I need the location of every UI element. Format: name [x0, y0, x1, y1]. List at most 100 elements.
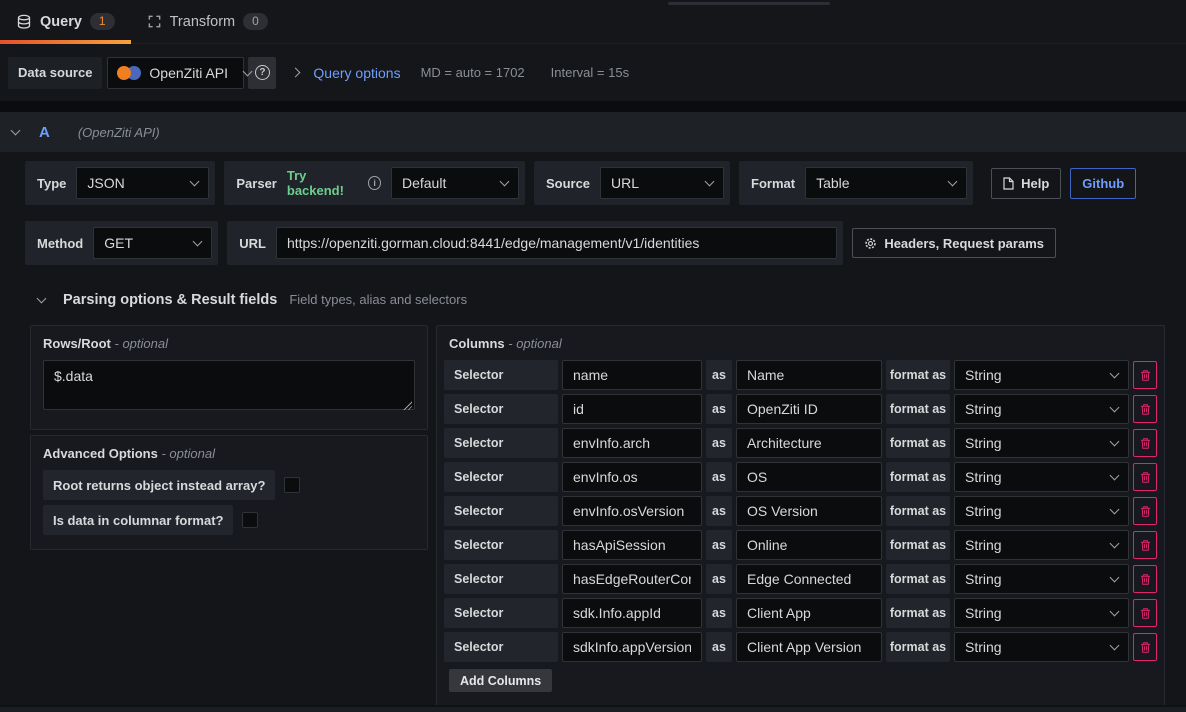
format-select[interactable]: String [954, 530, 1129, 560]
column-row: Selector as format as String [444, 598, 1157, 628]
delete-column-button[interactable] [1133, 565, 1157, 593]
transform-count-badge: 0 [243, 13, 268, 30]
columns-rows: Selector as format as String Selector as… [444, 360, 1157, 662]
alias-input[interactable] [736, 598, 882, 628]
delete-column-button[interactable] [1133, 463, 1157, 491]
trash-icon [1140, 539, 1151, 552]
rows-root-input[interactable]: $.data [43, 360, 415, 410]
alias-input[interactable] [736, 428, 882, 458]
columns-panel: Columns - optional Selector as format as… [436, 325, 1165, 705]
format-select[interactable]: String [954, 360, 1129, 390]
format-as-label: format as [886, 428, 950, 458]
format-select[interactable]: String [954, 394, 1129, 424]
query-options-toggle[interactable]: Query options [313, 65, 400, 81]
chevron-down-icon [190, 177, 200, 187]
query-row-header[interactable]: A (OpenZiti API) [0, 112, 1186, 152]
format-select[interactable]: String [954, 428, 1129, 458]
url-input[interactable] [276, 227, 837, 259]
columnar-format-checkbox[interactable] [242, 512, 258, 528]
selector-input[interactable] [562, 530, 702, 560]
delete-column-button[interactable] [1133, 531, 1157, 559]
format-select[interactable]: String [954, 496, 1129, 526]
delete-column-button[interactable] [1133, 497, 1157, 525]
selector-label: Selector [444, 496, 558, 526]
method-select[interactable]: GET [93, 227, 212, 259]
delete-column-button[interactable] [1133, 361, 1157, 389]
format-select[interactable]: String [954, 462, 1129, 492]
parsing-options-subtitle: Field types, alias and selectors [289, 292, 467, 307]
query-options-md: MD = auto = 1702 [421, 65, 525, 80]
format-select[interactable]: Table [805, 167, 967, 199]
alias-input[interactable] [736, 632, 882, 662]
query-ref-id: A [39, 124, 50, 141]
selector-label: Selector [444, 598, 558, 628]
selector-input[interactable] [562, 360, 702, 390]
delete-column-button[interactable] [1133, 599, 1157, 627]
parser-select[interactable]: Default [391, 167, 519, 199]
github-button[interactable]: Github [1070, 168, 1136, 199]
parsing-options-header[interactable]: Parsing options & Result fields Field ty… [38, 292, 1186, 308]
selector-input[interactable] [562, 632, 702, 662]
column-row: Selector as format as String [444, 496, 1157, 526]
format-as-label: format as [886, 598, 950, 628]
section-divider [0, 101, 1186, 112]
column-row: Selector as format as String [444, 564, 1157, 594]
datasource-value: OpenZiti API [149, 65, 228, 81]
column-row: Selector as format as String [444, 428, 1157, 458]
as-label: as [706, 462, 732, 492]
rows-root-title: Rows/Root - optional [43, 336, 415, 351]
alias-input[interactable] [736, 360, 882, 390]
source-select[interactable]: URL [600, 167, 724, 199]
headers-request-params-button[interactable]: Headers, Request params [852, 228, 1056, 258]
chevron-down-icon [1110, 369, 1120, 379]
help-button[interactable]: Help [991, 168, 1061, 199]
delete-column-button[interactable] [1133, 429, 1157, 457]
delete-column-button[interactable] [1133, 395, 1157, 423]
type-field: Type JSON [25, 161, 215, 205]
try-backend-link[interactable]: Try backend! [287, 168, 358, 198]
selector-input[interactable] [562, 428, 702, 458]
gear-icon [864, 237, 877, 250]
chevron-down-icon [1110, 607, 1120, 617]
alias-input[interactable] [736, 496, 882, 526]
alias-input[interactable] [736, 462, 882, 492]
selector-input[interactable] [562, 496, 702, 526]
alias-input[interactable] [736, 530, 882, 560]
datasource-help-button[interactable]: ? [248, 57, 276, 89]
format-select[interactable]: String [954, 598, 1129, 628]
tab-query-label: Query [40, 14, 82, 30]
format-select[interactable]: String [954, 564, 1129, 594]
trash-icon [1140, 505, 1151, 518]
root-returns-object-checkbox[interactable] [284, 477, 300, 493]
pane-drag-handle[interactable] [668, 2, 830, 5]
selector-input[interactable] [562, 564, 702, 594]
trash-icon [1140, 471, 1151, 484]
tab-query[interactable]: Query 1 [0, 0, 131, 43]
selector-input[interactable] [562, 394, 702, 424]
selector-input[interactable] [562, 598, 702, 628]
format-as-label: format as [886, 360, 950, 390]
format-as-label: format as [886, 564, 950, 594]
method-label: Method [37, 236, 83, 251]
info-circle-icon[interactable]: i [368, 176, 381, 190]
source-field: Source URL [534, 161, 730, 205]
format-select[interactable]: String [954, 632, 1129, 662]
url-field: URL [227, 221, 843, 265]
add-columns-button[interactable]: Add Columns [449, 669, 552, 692]
selector-label: Selector [444, 428, 558, 458]
document-icon [1003, 177, 1014, 190]
column-row: Selector as format as String [444, 530, 1157, 560]
delete-column-button[interactable] [1133, 633, 1157, 661]
type-label: Type [37, 176, 66, 191]
collapse-chevron-icon[interactable] [37, 294, 47, 304]
selector-label: Selector [444, 394, 558, 424]
datasource-picker[interactable]: OpenZiti API [107, 57, 244, 89]
selector-input[interactable] [562, 462, 702, 492]
alias-input[interactable] [736, 564, 882, 594]
as-label: as [706, 394, 732, 424]
type-select[interactable]: JSON [76, 167, 209, 199]
collapse-chevron-icon[interactable] [11, 126, 21, 136]
alias-input[interactable] [736, 394, 882, 424]
chevron-down-icon [1110, 471, 1120, 481]
tab-transform[interactable]: Transform 0 [131, 0, 284, 43]
